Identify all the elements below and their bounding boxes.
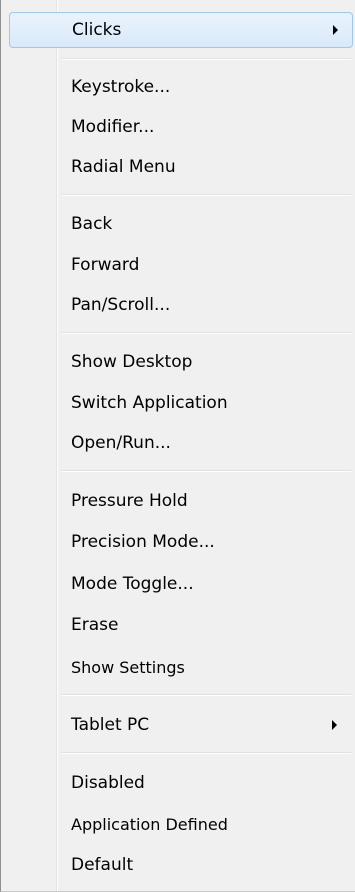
menu-item-label: Modifier... bbox=[71, 117, 155, 137]
submenu-arrow-icon bbox=[332, 720, 337, 730]
menu-item-label: Radial Menu bbox=[71, 157, 176, 177]
menu-item-label: Precision Mode... bbox=[71, 532, 215, 552]
menu-item-label: Tablet PC bbox=[71, 715, 150, 735]
context-menu: Clicks Keystroke... Modifier... Radial M… bbox=[0, 0, 355, 892]
menu-separator bbox=[61, 694, 351, 696]
menu-item-radial-menu[interactable]: Radial Menu bbox=[4, 149, 351, 185]
menu-item-keystroke[interactable]: Keystroke... bbox=[4, 69, 351, 105]
menu-item-label: Switch Application bbox=[71, 393, 228, 413]
menu-item-default[interactable]: Default bbox=[4, 847, 351, 883]
menu-separator bbox=[61, 58, 351, 60]
menu-item-label: Show Desktop bbox=[71, 352, 193, 372]
menu-item-pan-scroll[interactable]: Pan/Scroll... bbox=[4, 287, 351, 323]
menu-item-mode-toggle[interactable]: Mode Toggle... bbox=[4, 566, 351, 602]
menu-item-label: Pressure Hold bbox=[71, 491, 188, 511]
menu-item-label: Show Settings bbox=[71, 657, 185, 677]
menu-item-label: Mode Toggle... bbox=[71, 574, 194, 594]
menu-item-label: Default bbox=[71, 855, 134, 875]
submenu-arrow-icon bbox=[333, 25, 338, 35]
menu-separator bbox=[61, 752, 351, 754]
menu-item-erase[interactable]: Erase bbox=[4, 607, 351, 643]
menu-item-switch-application[interactable]: Switch Application bbox=[4, 385, 351, 421]
menu-item-label: Forward bbox=[71, 255, 140, 275]
menu-separator bbox=[61, 470, 351, 472]
menu-item-pressure-hold[interactable]: Pressure Hold bbox=[4, 483, 351, 519]
menu-item-forward[interactable]: Forward bbox=[4, 247, 351, 283]
menu-item-label: Open/Run... bbox=[71, 433, 171, 453]
menu-item-open-run[interactable]: Open/Run... bbox=[4, 425, 351, 461]
menu-item-application-defined[interactable]: Application Defined bbox=[4, 806, 351, 842]
menu-item-label: Pan/Scroll... bbox=[71, 295, 171, 315]
menu-separator bbox=[61, 194, 351, 196]
menu-item-clicks[interactable]: Clicks bbox=[9, 12, 353, 48]
menu-item-label: Erase bbox=[71, 615, 119, 635]
menu-item-label: Keystroke... bbox=[71, 77, 171, 97]
menu-item-modifier[interactable]: Modifier... bbox=[4, 109, 351, 145]
menu-item-show-settings[interactable]: Show Settings bbox=[4, 649, 351, 685]
menu-item-tablet-pc[interactable]: Tablet PC bbox=[4, 707, 351, 743]
menu-item-label: Disabled bbox=[71, 773, 145, 793]
menu-separator bbox=[61, 332, 351, 334]
menu-item-disabled[interactable]: Disabled bbox=[4, 765, 351, 801]
menu-item-label: Clicks bbox=[72, 20, 122, 40]
menu-item-show-desktop[interactable]: Show Desktop bbox=[4, 344, 351, 380]
menu-item-label: Application Defined bbox=[71, 814, 228, 834]
menu-item-precision-mode[interactable]: Precision Mode... bbox=[4, 524, 351, 560]
menu-item-label: Back bbox=[71, 214, 113, 234]
menu-item-back[interactable]: Back bbox=[4, 206, 351, 242]
